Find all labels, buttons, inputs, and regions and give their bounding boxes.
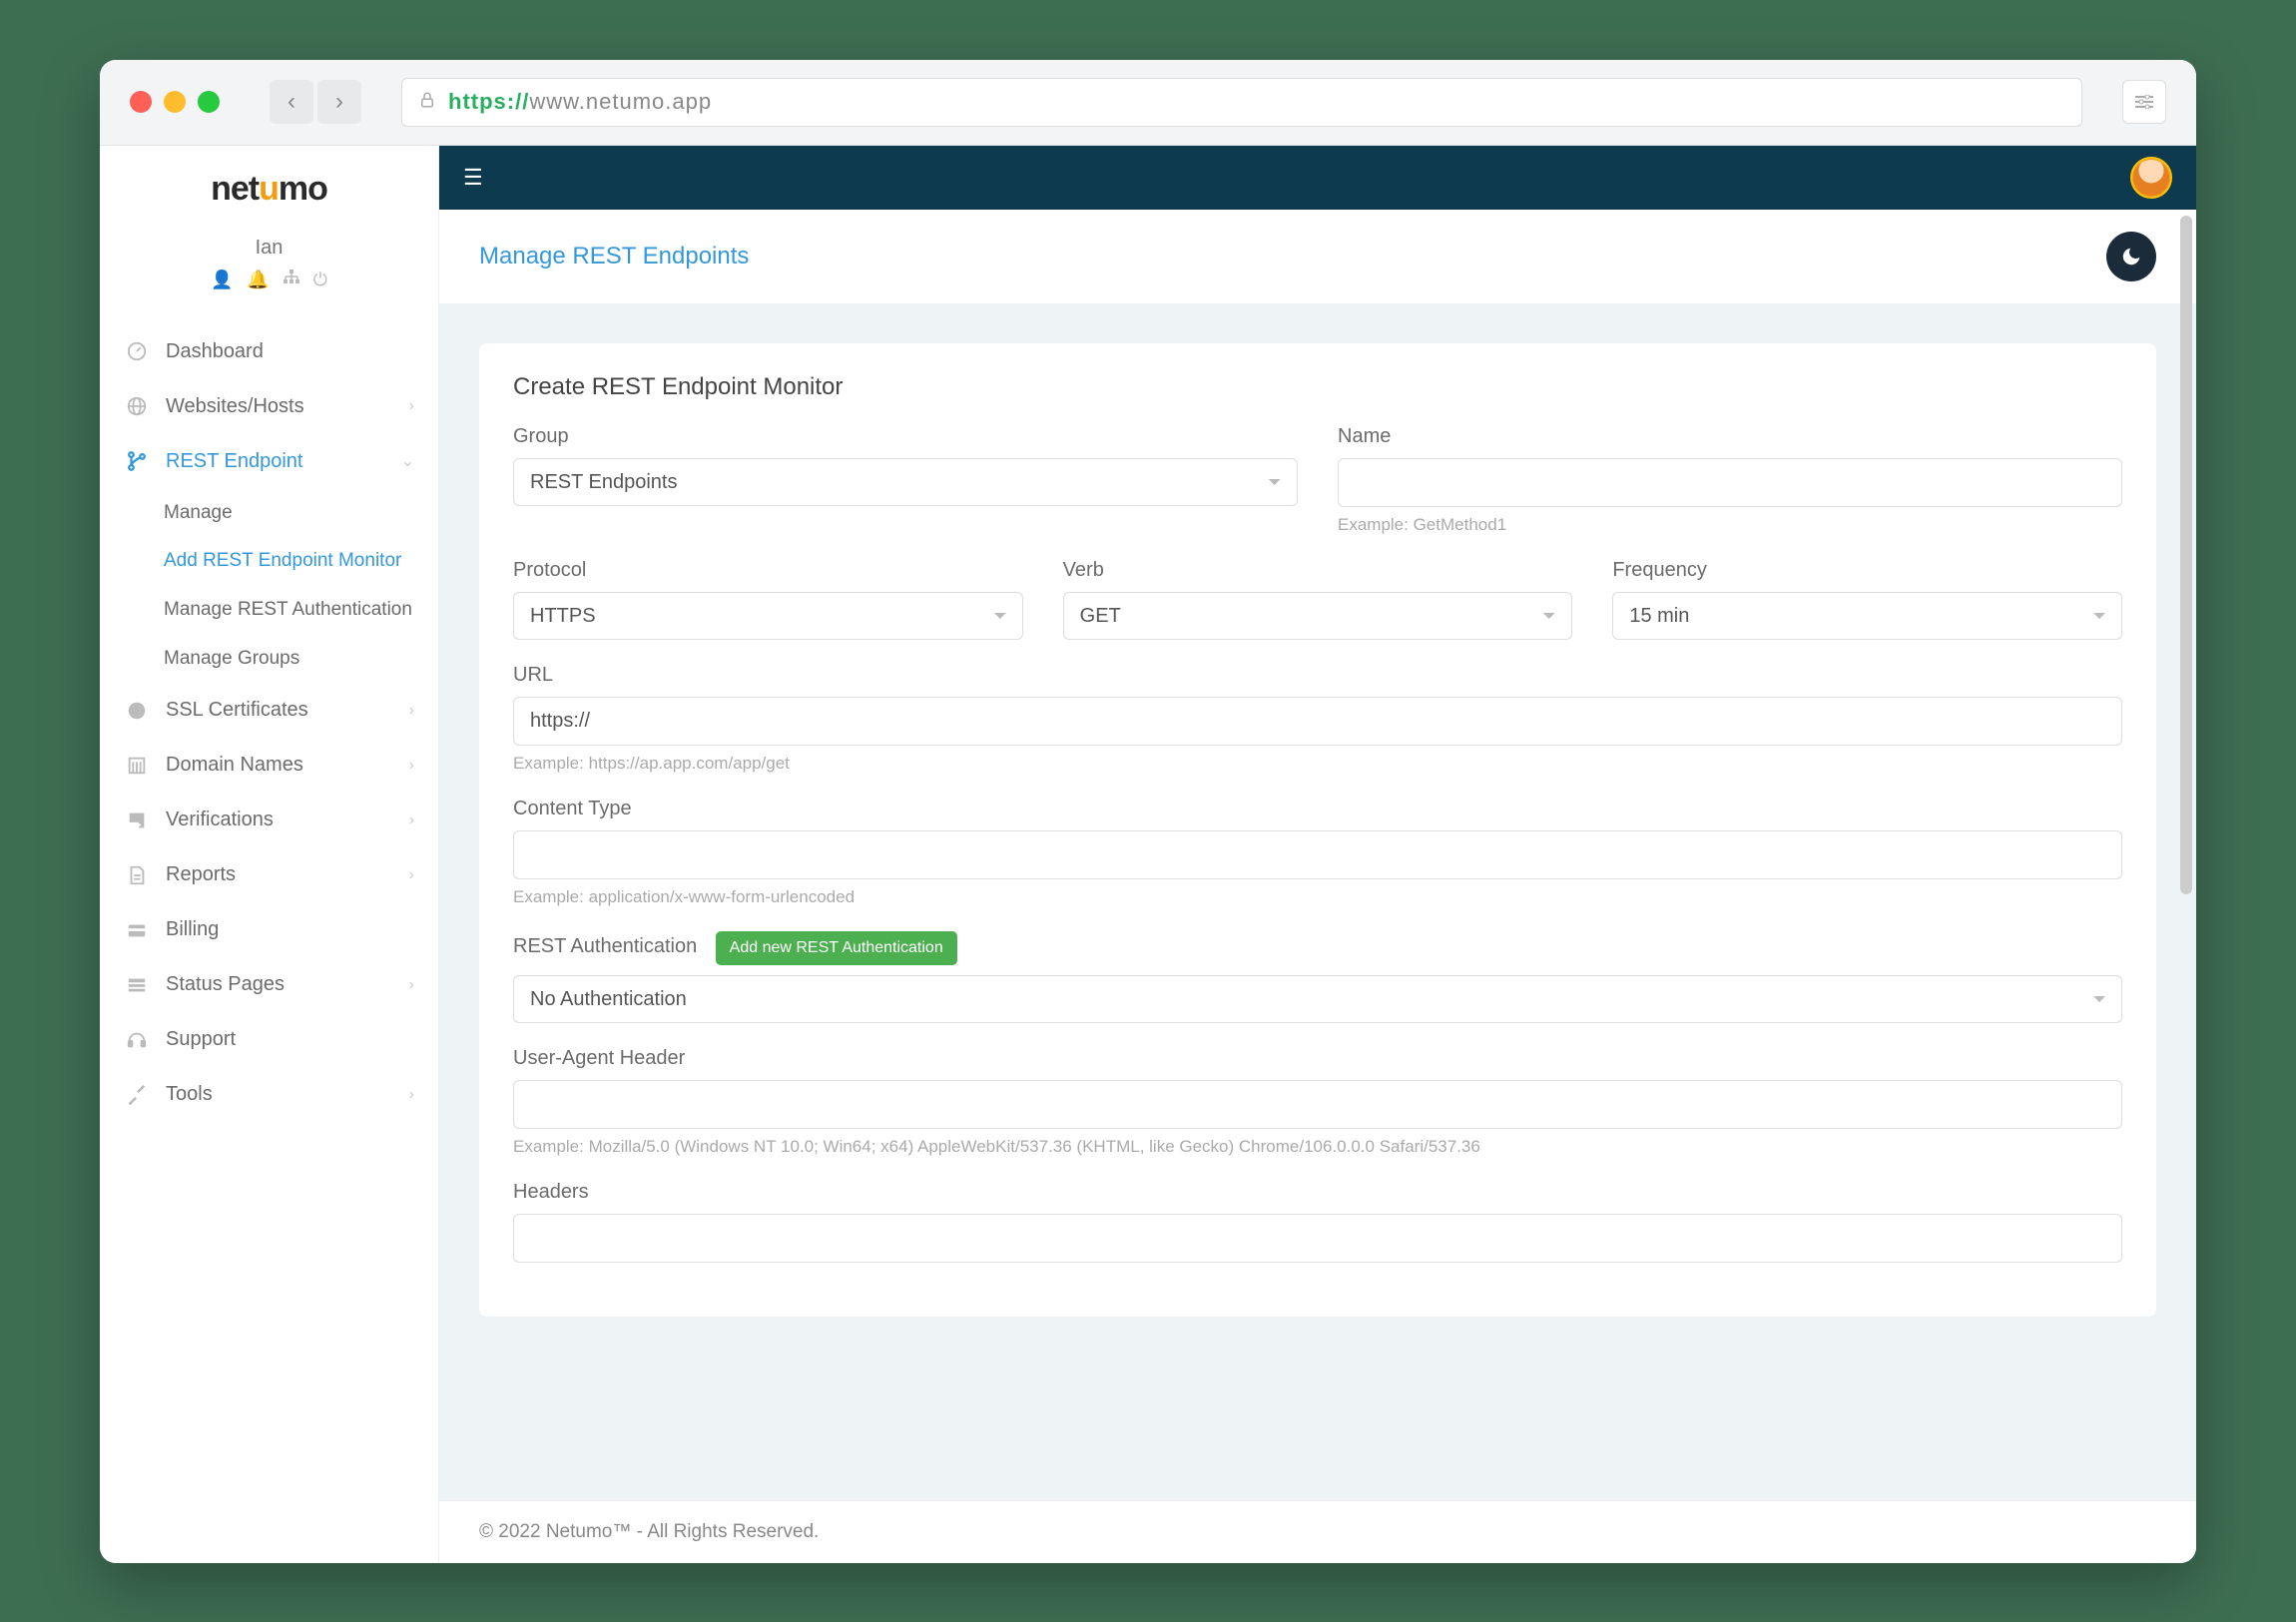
sidebar-nav: Dashboard Websites/Hosts › REST Endpoint… bbox=[100, 304, 438, 1563]
card-title: Create REST Endpoint Monitor bbox=[513, 373, 2122, 401]
nav-tools[interactable]: Tools › bbox=[100, 1067, 438, 1122]
verb-select[interactable]: GET bbox=[1063, 592, 1573, 640]
back-button[interactable]: ‹ bbox=[270, 80, 313, 124]
chevron-right-icon: › bbox=[409, 757, 414, 775]
tools-icon bbox=[124, 1084, 150, 1106]
group-select[interactable]: REST Endpoints bbox=[513, 458, 1298, 506]
nav-rest-submenu: Manage Add REST Endpoint Monitor Manage … bbox=[100, 489, 438, 684]
forward-button[interactable]: › bbox=[317, 80, 361, 124]
headset-icon bbox=[124, 1029, 150, 1051]
chevron-right-icon: › bbox=[409, 702, 414, 720]
building-icon bbox=[124, 755, 150, 777]
nav-buttons: ‹ › bbox=[270, 80, 361, 124]
name-label: Name bbox=[1338, 425, 2122, 448]
url-label: URL bbox=[513, 664, 2122, 687]
chevron-down-icon: ⌄ bbox=[401, 451, 414, 471]
check-icon bbox=[124, 810, 150, 831]
nav-rest-endpoint[interactable]: REST Endpoint ⌄ bbox=[100, 434, 438, 489]
certificate-icon bbox=[124, 700, 150, 722]
bell-icon[interactable]: 🔔 bbox=[247, 270, 269, 290]
auth-select[interactable]: No Authentication bbox=[513, 975, 2122, 1023]
lock-icon bbox=[418, 91, 436, 114]
nav-status-pages[interactable]: Status Pages › bbox=[100, 957, 438, 1012]
nav-sub-manage-auth[interactable]: Manage REST Authentication bbox=[164, 586, 438, 635]
file-icon bbox=[124, 864, 150, 886]
protocol-select[interactable]: HTTPS bbox=[513, 592, 1023, 640]
frequency-label: Frequency bbox=[1612, 559, 2122, 582]
protocol-label: Protocol bbox=[513, 559, 1023, 582]
layout-icon bbox=[124, 974, 150, 996]
nav-billing[interactable]: Billing bbox=[100, 902, 438, 957]
browser-chrome: ‹ › https://www.netumo.app bbox=[100, 60, 2196, 146]
name-input[interactable] bbox=[1338, 458, 2122, 507]
nav-websites[interactable]: Websites/Hosts › bbox=[100, 379, 438, 434]
browser-window: ‹ › https://www.netumo.app netumo Ian 👤 bbox=[100, 60, 2196, 1563]
content-type-hint: Example: application/x-www-form-urlencod… bbox=[513, 887, 2122, 907]
app-container: netumo Ian 👤 🔔 ⏻ Dashboard bbox=[100, 146, 2196, 1563]
scrollbar[interactable] bbox=[2180, 216, 2192, 894]
url-input[interactable] bbox=[513, 697, 2122, 746]
nav-support[interactable]: Support bbox=[100, 1012, 438, 1067]
sitemap-icon[interactable] bbox=[284, 270, 299, 290]
sidebar-user: Ian 👤 🔔 ⏻ bbox=[100, 233, 438, 304]
url-hint: Example: https://ap.app.com/app/get bbox=[513, 754, 2122, 774]
logo[interactable]: netumo bbox=[100, 146, 438, 233]
nav-sub-add-monitor[interactable]: Add REST Endpoint Monitor bbox=[164, 537, 438, 586]
card: Create REST Endpoint Monitor Group REST … bbox=[479, 343, 2156, 1317]
add-auth-button[interactable]: Add new REST Authentication bbox=[716, 931, 957, 965]
chevron-right-icon: › bbox=[409, 811, 414, 829]
sidebar: netumo Ian 👤 🔔 ⏻ Dashboard bbox=[100, 146, 439, 1563]
footer: © 2022 Netumo™ - All Rights Reserved. bbox=[439, 1500, 2196, 1563]
hamburger-icon[interactable]: ☰ bbox=[463, 165, 483, 191]
chevron-right-icon: › bbox=[409, 866, 414, 884]
ua-input[interactable] bbox=[513, 1080, 2122, 1129]
nav-reports[interactable]: Reports › bbox=[100, 847, 438, 902]
page-title: Manage REST Endpoints bbox=[479, 243, 749, 270]
page-header: Manage REST Endpoints bbox=[439, 210, 2196, 303]
nav-verifications[interactable]: Verifications › bbox=[100, 793, 438, 847]
auth-label: REST Authentication bbox=[513, 935, 697, 958]
nav-dashboard[interactable]: Dashboard bbox=[100, 324, 438, 379]
ua-hint: Example: Mozilla/5.0 (Windows NT 10.0; W… bbox=[513, 1137, 2122, 1157]
browser-settings-button[interactable] bbox=[2122, 80, 2166, 124]
topbar: ☰ bbox=[439, 146, 2196, 210]
traffic-lights bbox=[130, 91, 220, 113]
dark-mode-toggle[interactable] bbox=[2106, 232, 2156, 281]
nav-sub-manage[interactable]: Manage bbox=[164, 489, 438, 538]
main-area: ☰ Manage REST Endpoints Create REST Endp… bbox=[439, 146, 2196, 1563]
gauge-icon bbox=[124, 340, 150, 362]
minimize-window-icon[interactable] bbox=[164, 91, 186, 113]
url-bar[interactable]: https://www.netumo.app bbox=[401, 78, 2082, 127]
power-icon[interactable]: ⏻ bbox=[313, 270, 327, 290]
chevron-right-icon: › bbox=[409, 1086, 414, 1104]
content: Create REST Endpoint Monitor Group REST … bbox=[439, 303, 2196, 1500]
user-name: Ian bbox=[100, 237, 438, 260]
headers-label: Headers bbox=[513, 1181, 2122, 1204]
maximize-window-icon[interactable] bbox=[198, 91, 220, 113]
verb-label: Verb bbox=[1063, 559, 1573, 582]
content-type-label: Content Type bbox=[513, 798, 2122, 820]
url-text: https://www.netumo.app bbox=[448, 89, 712, 116]
user-icon[interactable]: 👤 bbox=[211, 270, 233, 290]
close-window-icon[interactable] bbox=[130, 91, 152, 113]
chevron-right-icon: › bbox=[409, 976, 414, 994]
globe-icon bbox=[124, 395, 150, 417]
frequency-select[interactable]: 15 min bbox=[1612, 592, 2122, 640]
ua-label: User-Agent Header bbox=[513, 1047, 2122, 1070]
avatar[interactable] bbox=[2130, 157, 2172, 199]
chevron-right-icon: › bbox=[409, 397, 414, 415]
credit-card-icon bbox=[124, 919, 150, 941]
nav-domains[interactable]: Domain Names › bbox=[100, 738, 438, 793]
nav-sub-manage-groups[interactable]: Manage Groups bbox=[164, 635, 438, 684]
nav-ssl[interactable]: SSL Certificates › bbox=[100, 683, 438, 738]
headers-input[interactable] bbox=[513, 1214, 2122, 1263]
name-hint: Example: GetMethod1 bbox=[1338, 515, 2122, 535]
content-type-input[interactable] bbox=[513, 830, 2122, 879]
group-label: Group bbox=[513, 425, 1298, 448]
branch-icon bbox=[124, 450, 150, 472]
